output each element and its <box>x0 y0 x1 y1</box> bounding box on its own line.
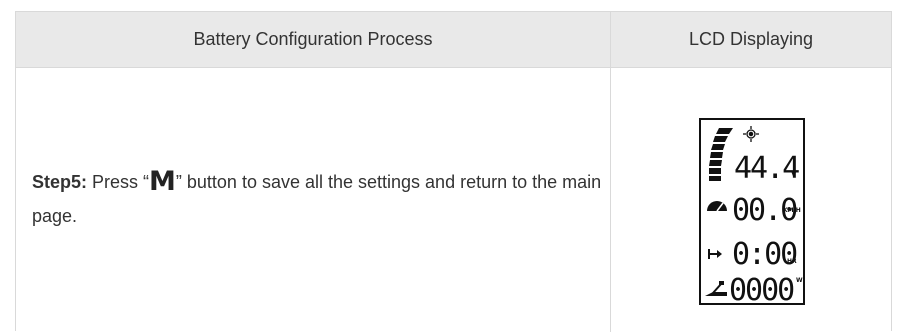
lcd-voltage-value: 44.4 <box>734 151 799 186</box>
step-instruction: Step5: Press “M” button to save all the … <box>32 165 602 233</box>
lcd-speed-unit: KM/H <box>783 207 801 214</box>
step-text-before: Press “ <box>87 172 150 192</box>
lcd-power-unit: W <box>796 277 803 284</box>
lcd-power-value: 0000 <box>729 273 794 305</box>
lcd-time-value: 0:00 <box>732 237 797 272</box>
header-battery-configuration-process: Battery Configuration Process <box>193 29 433 49</box>
lcd-time-unit: HR <box>787 258 797 265</box>
battery-config-table: Battery Configuration Process LCD Displa… <box>15 11 892 332</box>
lcd-voltage-unit: V <box>791 170 797 178</box>
column-divider <box>610 12 611 332</box>
table-header-row: Battery Configuration Process LCD Displa… <box>16 12 891 68</box>
step-label: Step5: <box>32 172 88 192</box>
lcd-display: 44.4 V 00.0 KM/H 0:00 HR 0000 W <box>699 118 805 305</box>
m-button-glyph: M <box>149 166 176 197</box>
header-lcd-displaying: LCD Displaying <box>688 29 814 49</box>
